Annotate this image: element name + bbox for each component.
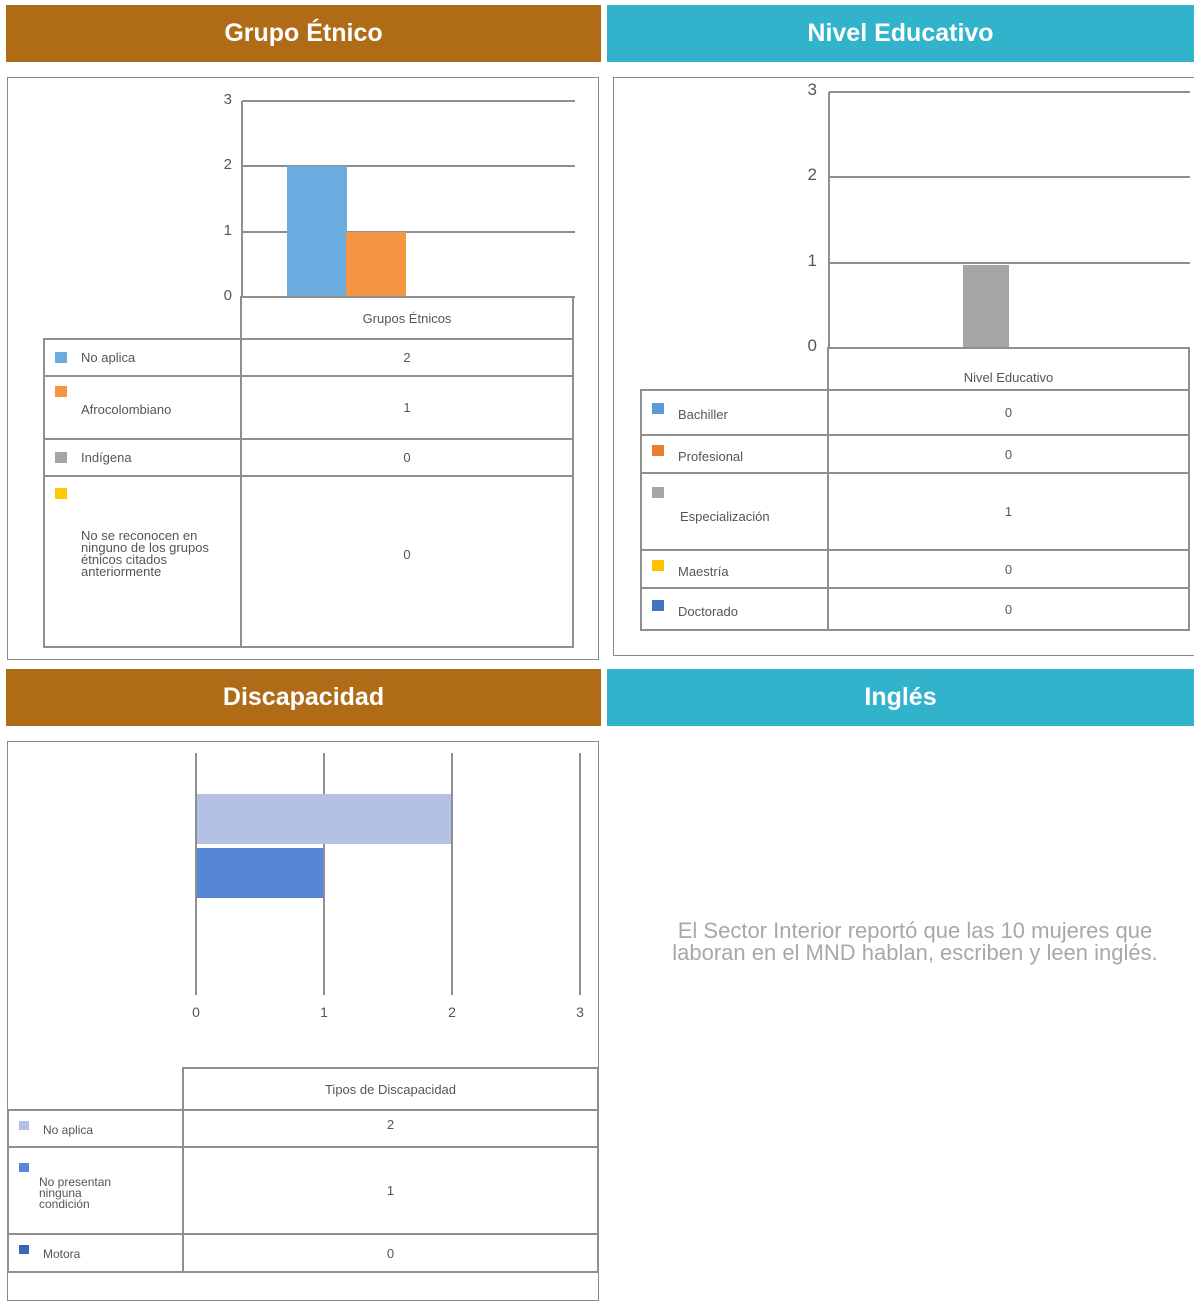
table-header: Nivel Educativo [827, 347, 1190, 391]
table-value: 1 [240, 375, 574, 440]
legend-label: No presentan ninguna condición [39, 1175, 112, 1211]
y-tick-label: 2 [223, 156, 232, 174]
table-value: 0 [827, 389, 1190, 436]
legend-label: Doctorado [678, 603, 738, 619]
legend-row: Maestría [640, 549, 829, 589]
table-value: 0 [827, 434, 1190, 474]
table-header: Grupos Étnicos [240, 296, 574, 340]
legend-row: Bachiller [640, 389, 829, 436]
header-ingles: Inglés [607, 669, 1194, 726]
legend-label: No aplica [43, 1122, 94, 1137]
legend-row: Especialización [640, 472, 829, 551]
bar [346, 231, 406, 297]
gridline [451, 753, 453, 995]
y-axis [241, 101, 243, 297]
legend-label: Afrocolombiano [81, 402, 172, 417]
table-value: 0 [240, 438, 574, 477]
legend-row: No presentan ninguna condición [7, 1146, 184, 1235]
legend-row: Profesional [640, 434, 829, 474]
legend-swatch [19, 1120, 29, 1130]
legend-label: No se reconocen en ninguno de los grupos… [81, 528, 209, 579]
y-tick-label: 3 [223, 91, 232, 108]
table-value: 2 [182, 1109, 599, 1148]
table-value: 2 [240, 338, 574, 377]
table-corner [44, 297, 242, 340]
header-grupo-etnico: Grupo Étnico [6, 5, 601, 62]
legend-label: No aplica [81, 350, 136, 365]
legend-swatch [55, 386, 67, 397]
legend-swatch [55, 452, 67, 463]
legend-row: No aplica [7, 1109, 184, 1148]
gridline [829, 261, 1190, 264]
y-axis [828, 92, 830, 348]
table-value: 0 [182, 1233, 599, 1273]
legend-swatch [652, 559, 664, 571]
header-discapacidad-title: Discapacidad [222, 683, 385, 711]
legend-swatch [19, 1245, 29, 1254]
legend-row: Motora [7, 1233, 184, 1273]
legend-row: Afrocolombiano [43, 375, 242, 440]
legend-swatch [19, 1163, 29, 1172]
gridline [829, 91, 1190, 93]
bar [963, 264, 1009, 348]
legend-label: Bachiller [678, 407, 728, 422]
bar [197, 848, 323, 898]
legend-label: Especialización [680, 509, 770, 524]
table-corner [8, 1068, 184, 1111]
table-corner [641, 348, 829, 391]
x-tick-label: 0 [192, 1004, 200, 1020]
ingles-text: El Sector Interior reportó que las 10 mu… [672, 918, 1158, 965]
legend-swatch [652, 403, 664, 414]
table-value: 1 [182, 1146, 599, 1235]
y-tick-label: 1 [223, 221, 232, 239]
table-nivel-educativo: Nivel Educativo Bachiller 0 Profesional … [640, 347, 1190, 631]
header-discapacidad: Discapacidad [6, 669, 601, 726]
table-value: 0 [827, 549, 1190, 589]
table-value: 1 [827, 472, 1190, 551]
y-tick-label: 1 [807, 250, 817, 270]
bar [197, 794, 451, 844]
table-value: 0 [827, 587, 1190, 631]
legend-swatch [652, 487, 664, 498]
legend-label: Indígena [81, 450, 132, 465]
legend-swatch [55, 488, 67, 499]
legend-swatch [652, 599, 664, 611]
table-discapacidad: Tipos de Discapacidad No aplica 2 No pre… [7, 1067, 599, 1273]
legend-row: Indígena [43, 438, 242, 477]
legend-row: Doctorado [640, 587, 829, 631]
x-tick-label: 1 [320, 1004, 328, 1020]
y-tick-label: 2 [807, 165, 817, 185]
gridline [242, 100, 575, 102]
legend-label: Maestría [678, 563, 729, 579]
bar [287, 166, 347, 297]
gridline [829, 176, 1190, 179]
legend-row: No aplica [43, 338, 242, 377]
header-ingles-title: Inglés [864, 683, 937, 711]
y-tick-label: 3 [807, 80, 817, 99]
header-nivel-educativo: Nivel Educativo [607, 5, 1194, 62]
x-tick-label: 3 [576, 1004, 584, 1020]
legend-label: Motora [43, 1247, 81, 1261]
legend-swatch [55, 352, 67, 363]
gridline [579, 753, 581, 995]
legend-label: Profesional [678, 448, 744, 464]
legend-row: No se reconocen en ninguno de los grupos… [43, 475, 242, 648]
header-grupo-etnico-title: Grupo Étnico [224, 19, 383, 47]
table-grupo-etnico: Grupos Étnicos No aplica 2 Afrocolombian… [43, 296, 574, 648]
table-value: 0 [240, 475, 574, 648]
legend-swatch [652, 444, 664, 456]
header-nivel-educativo-title: Nivel Educativo [807, 19, 994, 47]
x-tick-label: 2 [448, 1004, 456, 1020]
gridline [323, 753, 325, 995]
table-header: Tipos de Discapacidad [182, 1067, 599, 1111]
